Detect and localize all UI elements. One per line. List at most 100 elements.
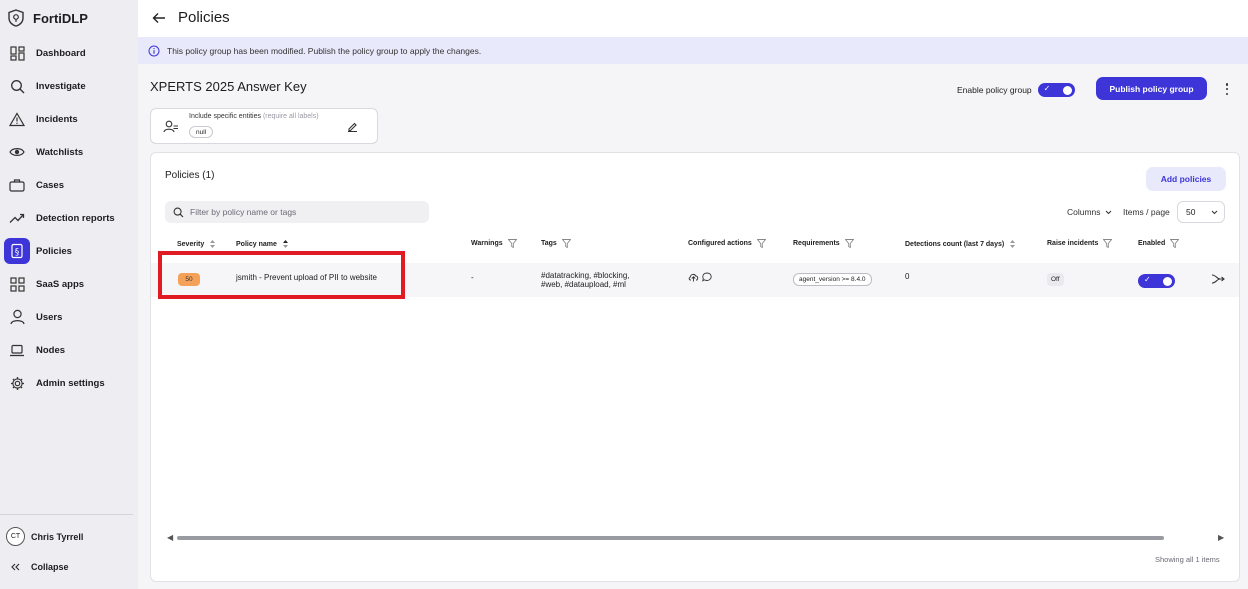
chevron-down-icon (1105, 210, 1111, 214)
sidebar-item-investigate[interactable]: Investigate (3, 72, 135, 100)
avatar: CT (6, 527, 25, 546)
sidebar-item-watchlists[interactable]: Watchlists (3, 138, 135, 166)
enable-policy-group: Enable policy group ✓ (957, 83, 1075, 97)
filter-icon[interactable] (507, 239, 517, 248)
entities-label: Include specific entities (require all l… (189, 113, 319, 120)
column-header-requirements[interactable]: Requirements (793, 239, 854, 248)
check-icon: ✓ (1144, 275, 1151, 284)
publish-policy-group-button[interactable]: Publish policy group (1096, 77, 1207, 100)
column-header-configured-actions[interactable]: Configured actions (688, 239, 766, 248)
tags-line: #web, #dataupload, #ml (541, 280, 626, 289)
column-header-raise-incidents[interactable]: Raise incidents (1047, 239, 1113, 248)
columns-label: Columns (1067, 207, 1101, 217)
items-per-page-value: 50 (1186, 207, 1196, 217)
sidebar-item-cases[interactable]: Cases (3, 171, 135, 199)
sidebar-item-label: Cases (36, 179, 64, 191)
sidebar-item-label: SaaS apps (36, 278, 85, 290)
tags-line: #datatracking, #blocking, (541, 271, 630, 280)
eye-icon (8, 143, 26, 161)
info-icon (148, 45, 160, 56)
modified-banner: This policy group has been modified. Pub… (138, 37, 1248, 64)
page-title: Policies (178, 9, 230, 26)
chat-bubble-icon (702, 272, 712, 282)
scrollbar-thumb[interactable] (177, 536, 1164, 540)
column-header-severity[interactable]: Severity (177, 239, 216, 249)
filter-icon[interactable] (844, 239, 854, 248)
svg-text:§: § (15, 248, 20, 258)
column-header-tags[interactable]: Tags (541, 239, 571, 248)
scroll-left-icon[interactable]: ◀ (167, 533, 173, 542)
sidebar-item-policies[interactable]: § Policies (3, 237, 135, 265)
user-profile[interactable]: CT Chris Tyrrell (6, 527, 83, 546)
sidebar-item-label: Watchlists (36, 146, 84, 158)
sidebar-item-detection-reports[interactable]: Detection reports (3, 204, 135, 232)
collapse-button[interactable]: Collapse (11, 562, 69, 572)
entities-hint: (require all labels) (262, 113, 319, 120)
horizontal-scrollbar[interactable]: ◀ ▶ (165, 531, 1227, 545)
sort-icon[interactable] (209, 239, 216, 249)
page-header: Policies (138, 0, 1248, 37)
filter-icon[interactable] (561, 239, 571, 248)
add-policies-button[interactable]: Add policies (1146, 167, 1226, 191)
app-name: FortiDLP (33, 10, 88, 26)
entities-label-text: Include specific entities (189, 113, 261, 120)
filter-input[interactable] (190, 207, 410, 217)
sidebar-item-label: Policies (36, 245, 72, 257)
sidebar-item-admin-settings[interactable]: Admin settings (3, 369, 135, 397)
enable-policy-group-toggle[interactable]: ✓ (1037, 83, 1075, 97)
more-options-icon[interactable] (1223, 80, 1231, 98)
warnings-value: - (471, 273, 474, 282)
filter-icon[interactable] (756, 239, 766, 248)
entities-card: Include specific entities (require all l… (150, 108, 378, 144)
requirement-chip: agent_version >= 8.4.0 (793, 273, 872, 286)
user-icon (8, 308, 26, 326)
policy-enabled-toggle[interactable]: ✓ (1138, 274, 1175, 288)
policies-card: Policies (1) Add policies Columns Items … (150, 152, 1240, 582)
sort-icon[interactable] (1009, 239, 1016, 249)
column-header-enabled[interactable]: Enabled (1138, 239, 1180, 248)
double-chevron-left-icon (11, 563, 20, 571)
policy-icon: § (4, 238, 30, 264)
scroll-right-icon[interactable]: ▶ (1218, 533, 1224, 542)
column-header-warnings[interactable]: Warnings (471, 239, 517, 248)
sort-ascending-icon[interactable] (282, 239, 289, 249)
brand[interactable]: FortiDLP (8, 8, 88, 28)
sidebar-item-label: Investigate (36, 80, 86, 92)
policy-group-title: XPERTS 2025 Answer Key (150, 79, 307, 94)
banner-text: This policy group has been modified. Pub… (167, 45, 482, 56)
edit-pencil-icon[interactable] (347, 121, 358, 132)
filter-icon[interactable] (1170, 239, 1180, 248)
column-header-label: Requirements (793, 240, 840, 247)
laptop-icon (8, 341, 26, 359)
main-content: Policies This policy group has been modi… (138, 0, 1248, 589)
column-header-label: Enabled (1138, 240, 1166, 247)
showing-count: Showing all 1 items (1155, 555, 1220, 564)
highlight-box (158, 251, 405, 299)
upload-cloud-icon (688, 273, 699, 282)
sidebar-item-users[interactable]: Users (3, 303, 135, 331)
sidebar-item-label: Nodes (36, 344, 66, 356)
policies-heading: Policies (1) (165, 170, 215, 181)
filter-field[interactable] (165, 201, 429, 223)
tags-value: #datatracking, #blocking, #web, #dataupl… (541, 271, 630, 289)
sidebar-item-saas-apps[interactable]: SaaS apps (3, 270, 135, 298)
sidebar-item-nodes[interactable]: Nodes (3, 336, 135, 364)
column-header-detections-count[interactable]: Detections count (last 7 days) (905, 239, 1016, 249)
sidebar-item-label: Admin settings (36, 377, 105, 389)
sidebar-item-dashboard[interactable]: Dashboard (3, 39, 135, 67)
sidebar-item-incidents[interactable]: Incidents (3, 105, 135, 133)
items-per-page-select[interactable]: 50 (1177, 201, 1225, 223)
filter-icon[interactable] (1103, 239, 1113, 248)
columns-button[interactable]: Columns (1067, 207, 1112, 217)
back-arrow-icon[interactable] (151, 10, 167, 26)
user-name: Chris Tyrrell (31, 531, 84, 542)
raise-incidents-status: Off (1047, 273, 1064, 286)
column-header-policy-name[interactable]: Policy name (236, 239, 289, 249)
merge-icon[interactable] (1211, 273, 1225, 285)
sidebar-item-label: Incidents (36, 113, 78, 125)
toggle-knob (1163, 276, 1172, 286)
collapse-label: Collapse (31, 562, 69, 572)
search-icon (173, 207, 184, 217)
column-header-label: Detections count (last 7 days) (905, 240, 1005, 248)
policy-group-area: XPERTS 2025 Answer Key Enable policy gro… (138, 64, 1248, 589)
